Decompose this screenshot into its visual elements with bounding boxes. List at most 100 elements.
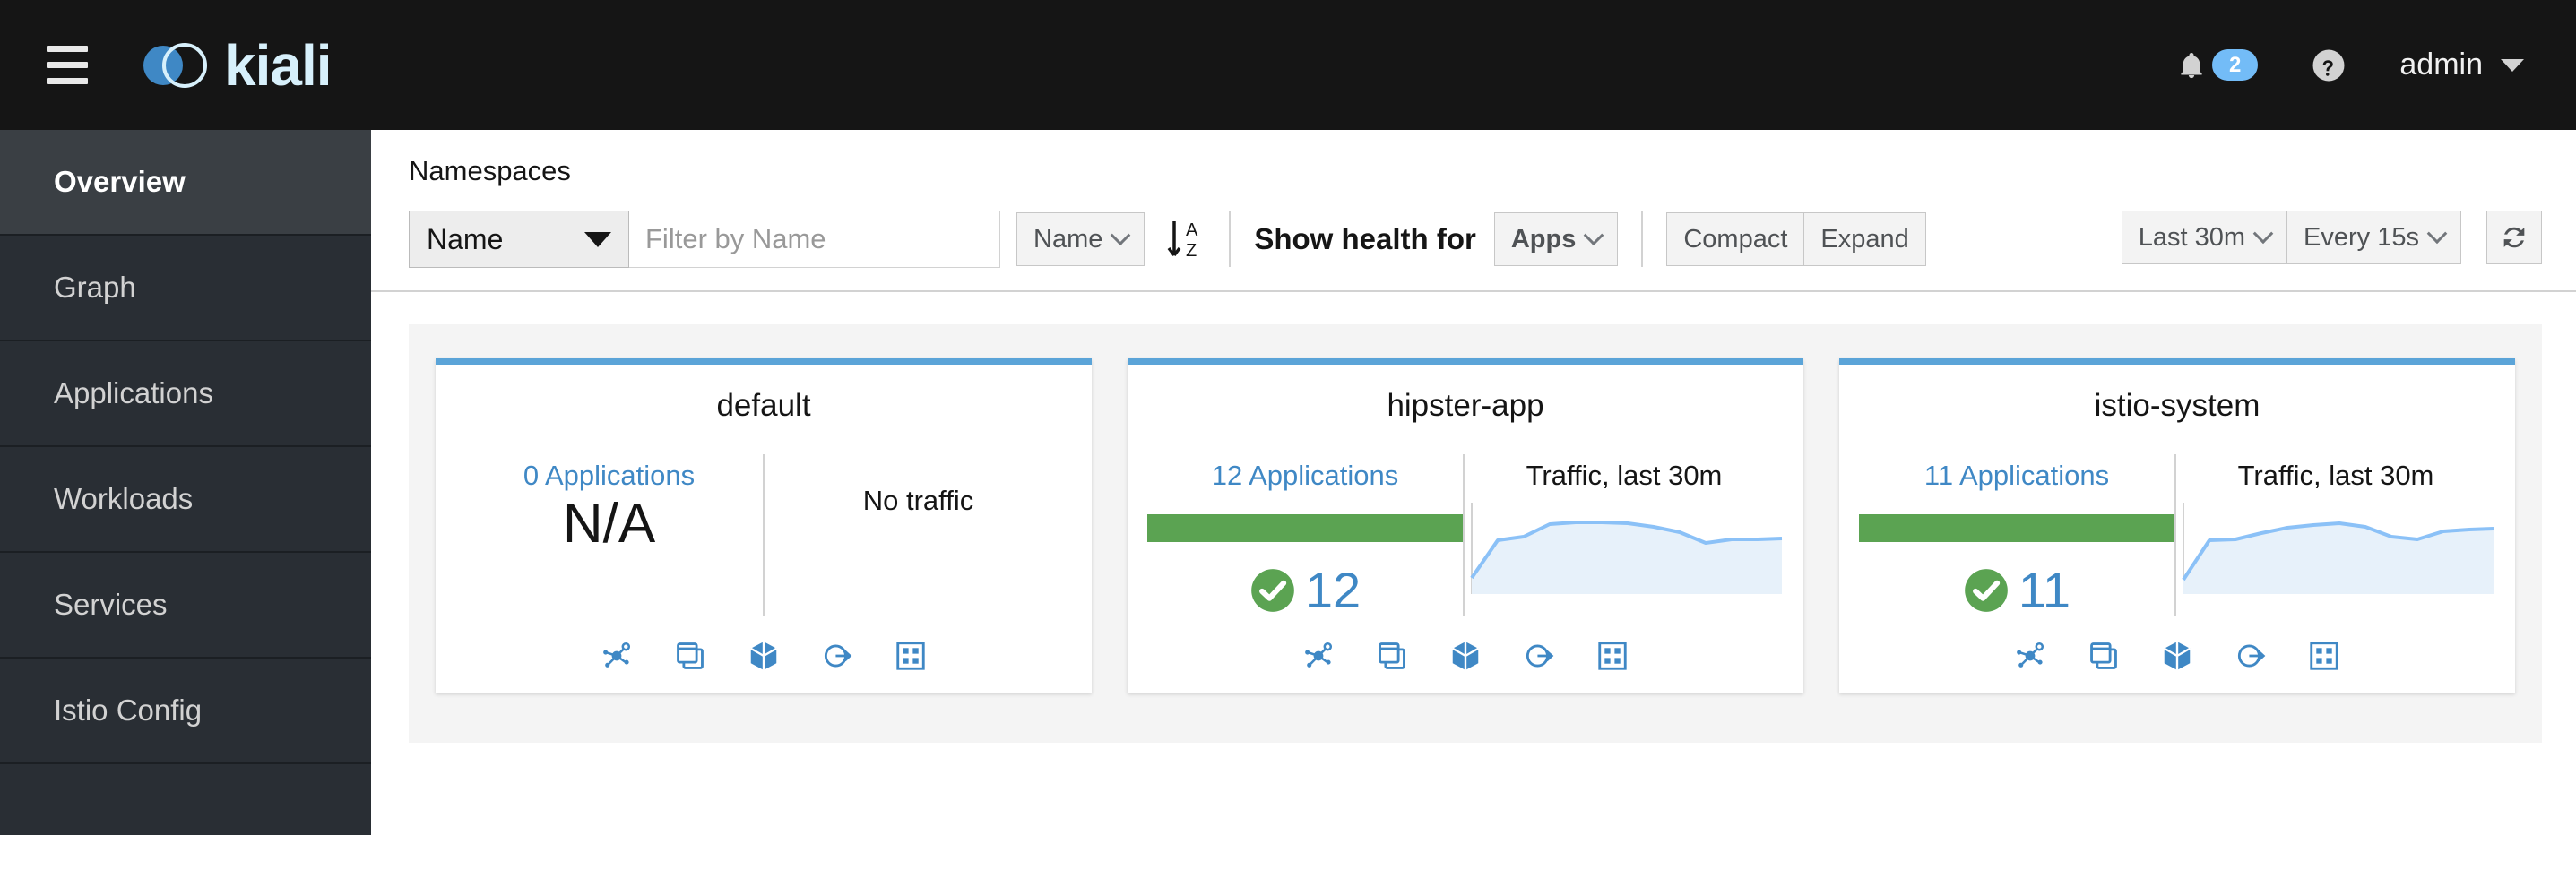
namespace-card-hipster-app[interactable]: hipster-app 12 Applications 12 Traffic, … — [1128, 358, 1803, 693]
namespace-action-icons — [1859, 616, 2495, 673]
namespace-name: istio-system — [2094, 388, 2260, 423]
sidebar-item-graph[interactable]: Graph — [0, 236, 371, 341]
namespace-action-icons — [455, 616, 1072, 673]
sidebar-navigation: Overview Graph Applications Workloads Se… — [0, 130, 371, 835]
istio-config-icon[interactable] — [2307, 639, 2341, 673]
namespace-action-icons — [1147, 616, 1784, 673]
applications-count-link[interactable]: 12 Applications — [1212, 460, 1399, 492]
services-icon[interactable] — [2234, 639, 2268, 673]
toolbar-right-group: Last 30m Every 15s — [2121, 211, 2542, 264]
filter-category-value: Name — [427, 222, 504, 255]
namespace-card-grid: default 0 Applications N/A No traffic hi… — [409, 324, 2542, 743]
graph-topology-icon[interactable] — [600, 639, 634, 673]
applications-icon[interactable] — [673, 639, 707, 673]
notification-count-badge: 2 — [2212, 48, 2259, 82]
sort-alpha-asc-icon: A Z — [1167, 220, 1198, 261]
istio-config-icon[interactable] — [1595, 639, 1629, 673]
chevron-down-icon — [2426, 223, 2448, 245]
chevron-down-icon — [2252, 223, 2274, 245]
namespace-health-section: 12 Applications 12 — [1147, 454, 1463, 616]
sidebar-item-istio-config[interactable]: Istio Config — [0, 659, 371, 764]
applications-icon[interactable] — [2087, 639, 2121, 673]
applications-count-link[interactable]: 11 Applications — [1924, 460, 2109, 492]
workloads-cube-icon[interactable] — [1448, 639, 1482, 673]
applications-icon[interactable] — [1375, 639, 1409, 673]
hamburger-bar — [47, 78, 88, 84]
sidebar-item-overview[interactable]: Overview — [0, 130, 371, 236]
namespace-card-body: 11 Applications 11 Traffic, last 30m — [1859, 454, 2495, 616]
toolbar: Name Name A Z Show health for Apps — [409, 211, 2576, 268]
healthy-count-group: 11 — [1963, 565, 2070, 616]
namespace-traffic-section: No traffic — [763, 454, 1072, 616]
healthy-count-value: 11 — [2018, 562, 2071, 618]
health-bar — [1147, 514, 1463, 542]
sort-direction-button[interactable]: A Z — [1164, 216, 1206, 263]
istio-config-icon[interactable] — [894, 639, 928, 673]
hamburger-icon[interactable] — [39, 38, 95, 93]
sidebar-item-label: Istio Config — [54, 693, 203, 727]
workloads-cube-icon[interactable] — [747, 639, 781, 673]
filter-category-select[interactable]: Name — [409, 211, 629, 268]
namespace-card-body: 0 Applications N/A No traffic — [455, 454, 1072, 616]
main-content: Namespaces Name Name A Z Show health for… — [371, 130, 2576, 835]
time-range-select[interactable]: Last 30m — [2121, 211, 2288, 264]
page-title: Namespaces — [409, 155, 571, 186]
traffic-chart-title: Traffic, last 30m — [1526, 460, 1723, 491]
expand-button[interactable]: Expand — [1804, 212, 1926, 266]
time-controls-group: Last 30m Every 15s — [2121, 211, 2461, 264]
filter-by-name-input[interactable] — [629, 211, 1000, 268]
namespace-health-section: 11 Applications 11 — [1859, 454, 2174, 616]
refresh-button[interactable] — [2486, 211, 2542, 264]
namespace-card-default[interactable]: default 0 Applications N/A No traffic — [436, 358, 1092, 693]
sidebar-item-workloads[interactable]: Workloads — [0, 447, 371, 553]
graph-topology-icon[interactable] — [2013, 639, 2047, 673]
namespace-name: hipster-app — [1387, 388, 1544, 423]
chevron-down-icon — [1111, 225, 1131, 246]
traffic-sparkline-chart — [1470, 503, 1783, 594]
svg-text:A: A — [1186, 220, 1198, 240]
check-circle-icon — [1965, 569, 2008, 612]
services-icon[interactable] — [820, 639, 854, 673]
refresh-icon — [2503, 227, 2525, 248]
namespace-traffic-section: Traffic, last 30m — [2174, 454, 2495, 616]
time-range-value: Last 30m — [2138, 222, 2246, 252]
kiali-logo-icon — [143, 42, 207, 88]
question-circle-icon[interactable] — [2310, 47, 2347, 84]
sidebar-item-label: Services — [54, 588, 168, 621]
bell-icon — [2181, 52, 2202, 78]
sidebar-item-label: Graph — [54, 271, 136, 304]
svg-text:Z: Z — [1186, 241, 1197, 261]
compact-button[interactable]: Compact — [1666, 212, 1805, 266]
toolbar-bottom-rule — [371, 290, 2576, 292]
masthead: kiali 2 admin — [0, 0, 2576, 130]
hamburger-bar — [47, 46, 88, 52]
namespace-card-body: 12 Applications 12 Traffic, last 30m — [1147, 454, 1784, 616]
masthead-right-actions: 2 admin — [2176, 0, 2576, 130]
sidebar-item-services[interactable]: Services — [0, 553, 371, 659]
density-toggle-group: Compact Expand — [1666, 212, 1926, 266]
traffic-sparkline-chart — [2182, 503, 2494, 594]
applications-count-link[interactable]: 0 Applications — [523, 460, 695, 492]
hamburger-bar — [47, 62, 88, 68]
check-circle-icon — [1251, 569, 1294, 612]
toolbar-divider — [1641, 211, 1644, 267]
refresh-interval-select[interactable]: Every 15s — [2287, 211, 2461, 264]
brand-logo-link[interactable]: kiali — [133, 0, 333, 130]
user-menu[interactable]: admin — [2399, 47, 2524, 82]
caret-down-icon — [584, 231, 611, 247]
workloads-cube-icon[interactable] — [2160, 639, 2194, 673]
refresh-interval-value: Every 15s — [2304, 222, 2419, 252]
notifications-button[interactable]: 2 — [2176, 48, 2259, 82]
sidebar-item-applications[interactable]: Applications — [0, 341, 371, 447]
sort-field-select[interactable]: Name — [1016, 212, 1145, 266]
brand-name: kiali — [224, 32, 333, 98]
namespace-card-istio-system[interactable]: istio-system 11 Applications 11 Traffic,… — [1839, 358, 2515, 693]
sidebar-item-label: Workloads — [54, 482, 194, 515]
show-health-label: Show health for — [1254, 222, 1476, 255]
page-header: Namespaces — [371, 130, 2576, 187]
sort-field-value: Name — [1033, 224, 1103, 254]
health-scope-select[interactable]: Apps — [1493, 212, 1619, 266]
graph-topology-icon[interactable] — [1301, 639, 1336, 673]
services-icon[interactable] — [1522, 639, 1556, 673]
sidebar-item-extra[interactable] — [0, 764, 371, 870]
